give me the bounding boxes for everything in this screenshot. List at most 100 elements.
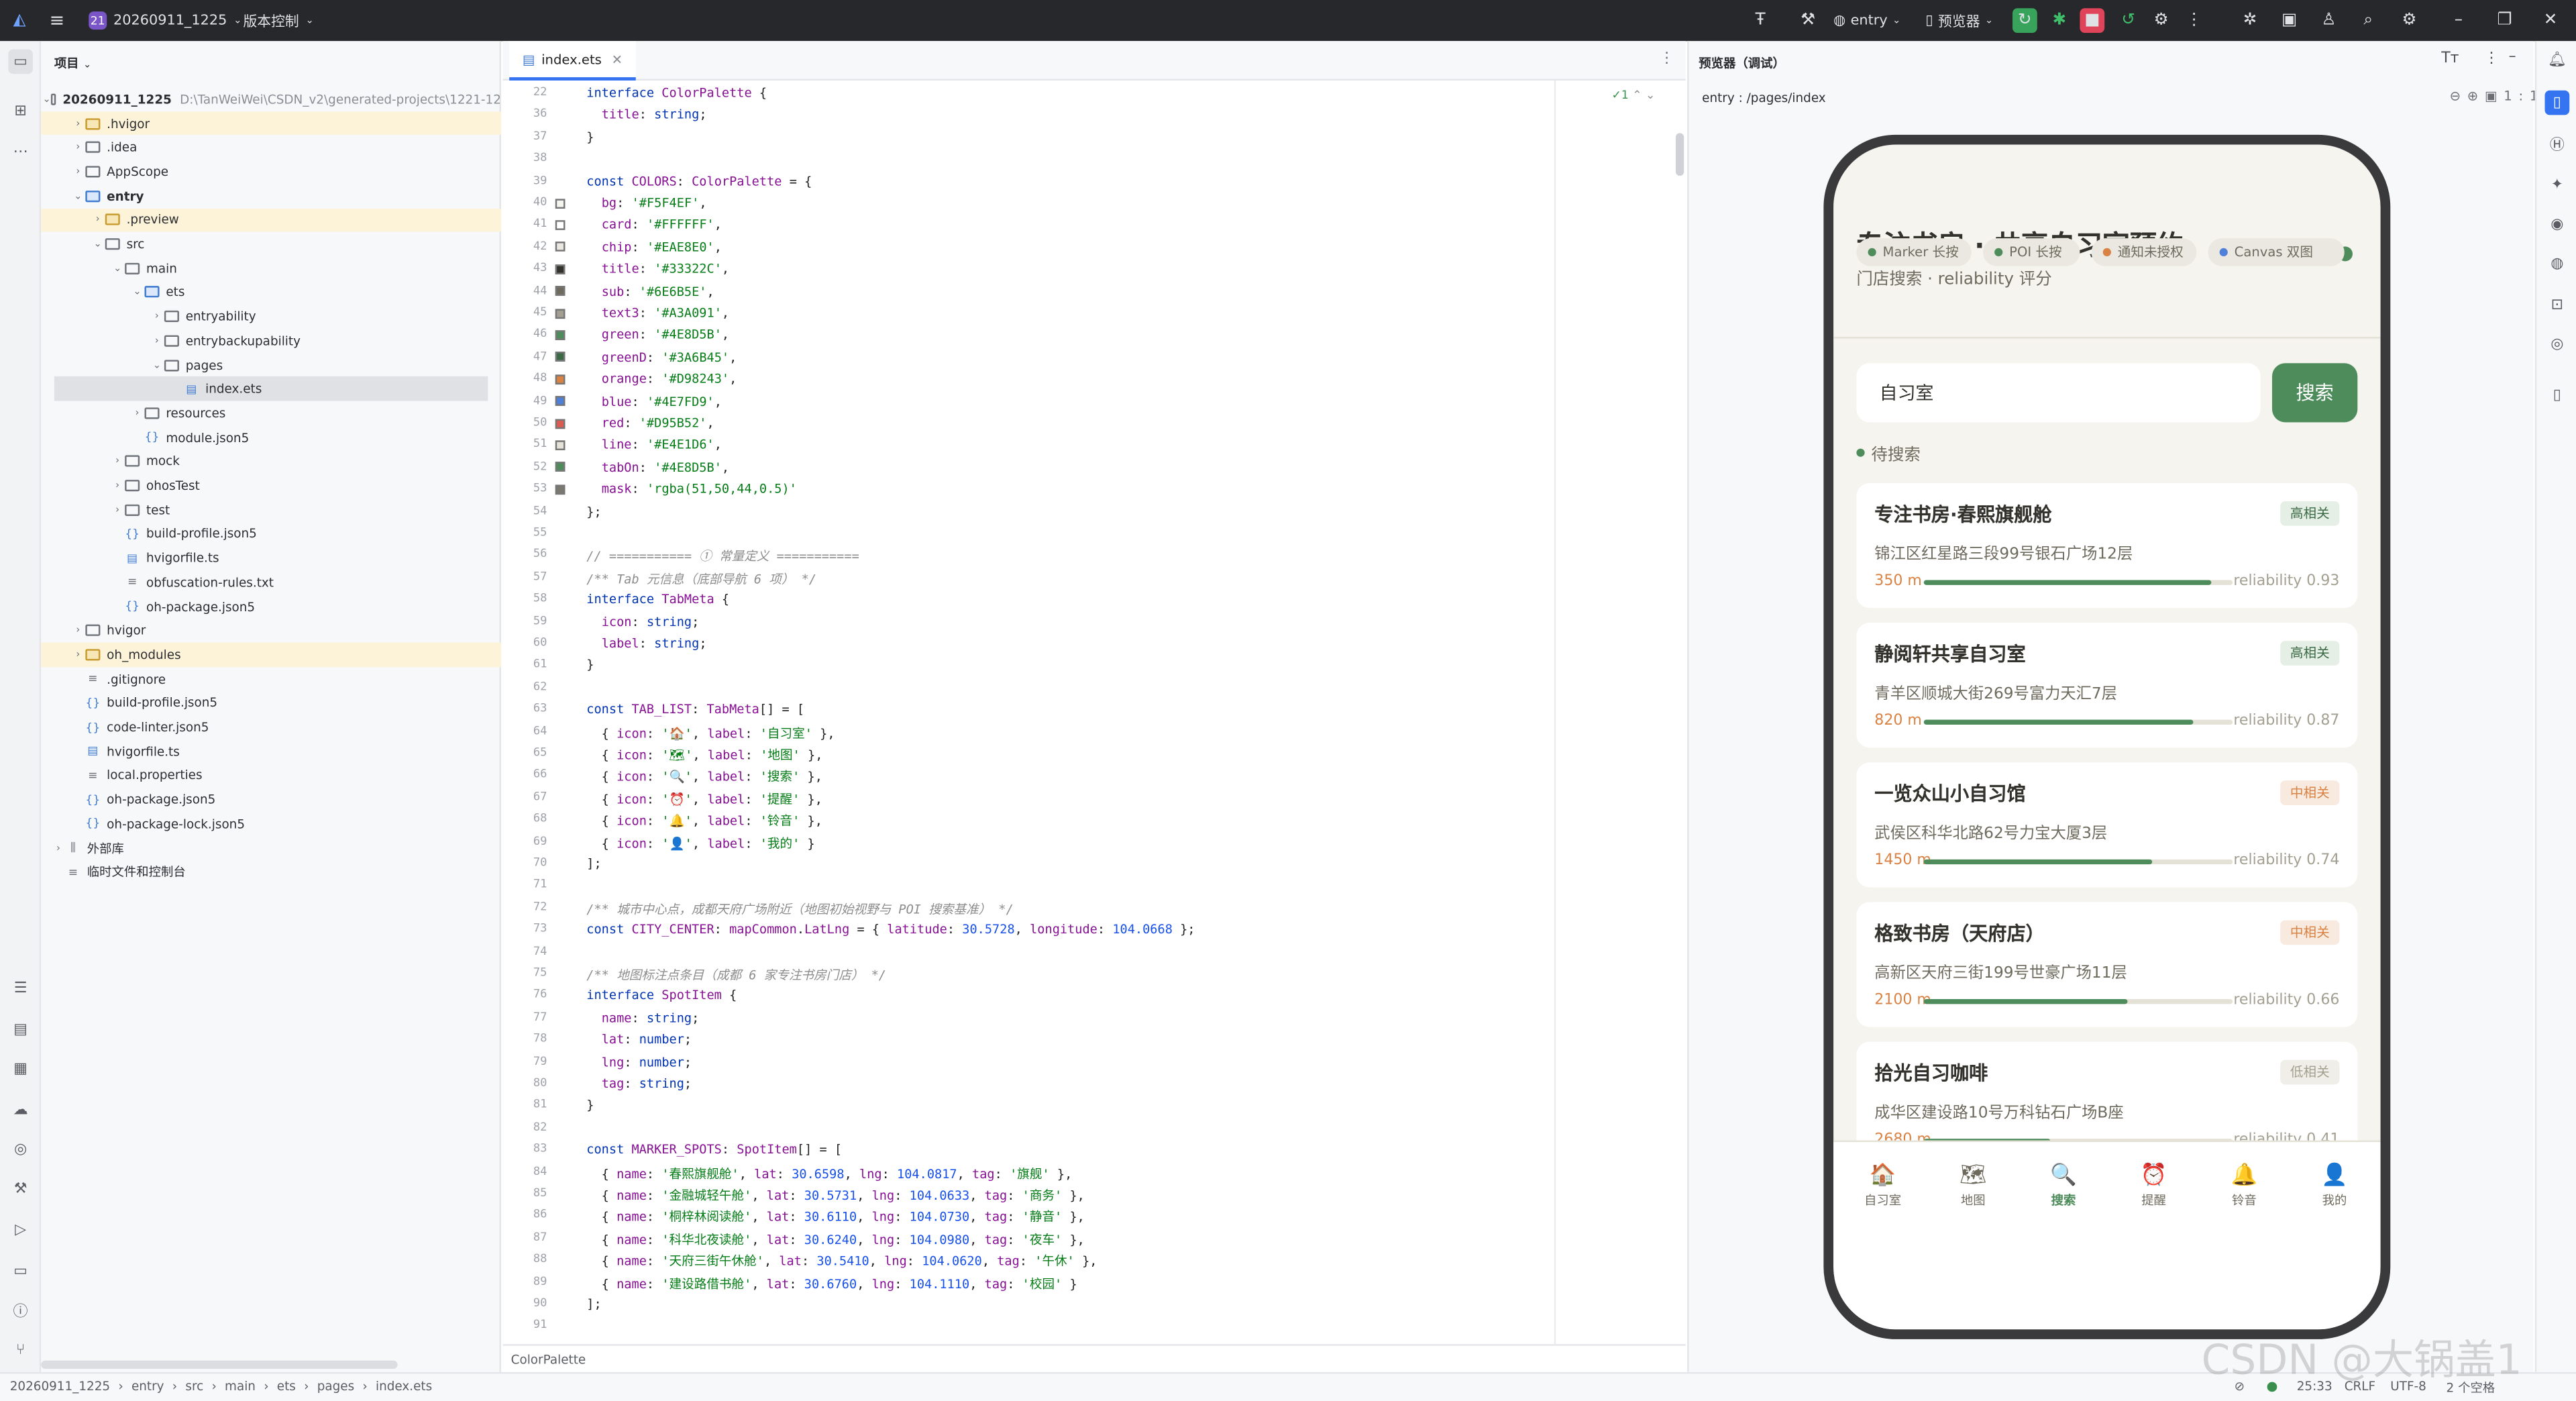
code-area[interactable]: interface ColorPalette { title: string;}… — [586, 81, 1552, 1362]
tree-item[interactable]: › .idea — [41, 136, 501, 160]
code-line[interactable]: chip: '#EAE8E0', — [586, 240, 722, 254]
harmony-icon[interactable]: Ⓗ — [2545, 132, 2570, 156]
code-line[interactable]: // =========== ① 常量定义 =========== — [586, 548, 859, 566]
code-line[interactable]: sub: '#6E6B5E', — [586, 284, 714, 299]
result-card[interactable]: 静阅轩共享自习室 高相关 青羊区顺城大街269号富力天汇7层 820 m reliabi… — [1856, 623, 2358, 748]
path-segment[interactable]: pages — [317, 1379, 354, 1394]
tree-item[interactable]: › mock — [41, 450, 501, 474]
code-line[interactable]: ]; — [586, 1296, 601, 1311]
tab-study[interactable]: 🏠 自习室 — [1850, 1163, 1916, 1210]
code-line[interactable]: interface SpotItem { — [586, 988, 737, 1003]
project-tool-folder-icon[interactable]: ▭ — [8, 49, 33, 74]
path-segment[interactable]: index.ets — [376, 1379, 432, 1394]
assistant-icon[interactable]: ✦ — [2545, 172, 2570, 197]
more-actions-icon[interactable]: ⋮ — [2182, 8, 2206, 33]
tree-item[interactable]: {} module.json5 — [41, 425, 501, 450]
notifications-bell-icon[interactable]: 🔔︎ — [2545, 48, 2570, 72]
profiler-icon[interactable]: ⚙ — [2149, 8, 2174, 33]
zoom-controls[interactable]: ⊖⊕▣1:1 — [2449, 89, 2544, 103]
path-segment[interactable]: ets — [277, 1379, 296, 1394]
code-line[interactable]: red: '#D95B52', — [586, 416, 714, 431]
path-segment[interactable]: 20260911_1225 — [10, 1379, 110, 1394]
run-config-select[interactable]: ◍ entry ⌄ — [1833, 0, 1900, 41]
tree-item[interactable]: {} code-linter.json5 — [41, 715, 501, 739]
search-icon[interactable]: ⌕ — [2356, 8, 2381, 33]
color-swatch[interactable] — [555, 329, 566, 340]
chevron-right-icon[interactable]: › — [51, 842, 66, 853]
text-tool-icon[interactable]: Ŧ — [1748, 8, 1773, 33]
color-swatch[interactable] — [555, 352, 566, 362]
code-line[interactable]: { name: '天府三街午休舱', lat: 30.5410, lng: 10… — [586, 1253, 1097, 1271]
code-line[interactable]: greenD: '#3A6B45', — [586, 350, 737, 364]
code-line[interactable]: { icon: '⏰', label: '提醒' }, — [586, 790, 822, 808]
tree-item[interactable]: › resources — [41, 401, 501, 425]
editor-breadcrumb[interactable]: ColorPalette — [511, 1353, 586, 1367]
problems-icon[interactable]: ▦ — [8, 1057, 33, 1082]
tree-item[interactable]: › hvigor — [41, 619, 501, 643]
hammer-icon[interactable]: ⚒ — [1796, 8, 1821, 33]
code-line[interactable]: label: string; — [586, 636, 707, 651]
code-line[interactable]: line: '#E4E1D6', — [586, 437, 722, 452]
tree-item[interactable]: ▤ hvigorfile.ts — [41, 739, 501, 764]
tree-item[interactable]: ⌄ main — [41, 256, 501, 280]
inspection-widget[interactable]: ✓1 ⌃ ⌄ — [1611, 89, 1655, 102]
code-line[interactable]: { icon: '🔍', label: '搜索' }, — [586, 768, 822, 786]
tree-item[interactable]: › oh_modules — [41, 642, 501, 667]
close-window-icon[interactable]: ✕ — [2538, 8, 2563, 33]
code-line[interactable]: title: string; — [586, 107, 707, 122]
tree-item[interactable]: › .hvigor — [41, 111, 501, 136]
tree-item[interactable]: › .preview — [41, 207, 501, 232]
code-line[interactable]: interface TabMeta { — [586, 592, 729, 607]
stop-icon[interactable]: ■ — [2080, 8, 2105, 33]
code-line[interactable]: title: '#33322C', — [586, 262, 729, 276]
tree-item[interactable]: ▤ hvigorfile.ts — [41, 546, 501, 570]
code-line[interactable]: } — [586, 129, 594, 144]
tree-item[interactable]: › AppScope — [41, 160, 501, 184]
tree-item[interactable]: ⌄ ets — [41, 280, 501, 305]
path-segment[interactable]: main — [225, 1379, 256, 1394]
code-line[interactable]: /** Tab 元信息（底部导航 6 项） */ — [586, 570, 816, 588]
path-segment[interactable]: src — [185, 1379, 203, 1394]
code-line[interactable]: { icon: '🏠', label: '自习室' }, — [586, 724, 835, 742]
main-menu-icon[interactable]: ≡ — [49, 0, 64, 41]
chevron-right-icon[interactable]: › — [110, 480, 125, 491]
color-swatch[interactable] — [555, 286, 566, 297]
chevron-down-icon[interactable]: ⌄ — [43, 93, 51, 105]
device-icon[interactable]: ▯ — [2545, 383, 2570, 408]
tree-item[interactable]: › entryability — [41, 305, 501, 329]
eye-icon[interactable]: ◎ — [2545, 332, 2570, 357]
color-swatch[interactable] — [555, 264, 566, 274]
path-segment[interactable]: entry — [131, 1379, 164, 1394]
tree-item[interactable]: ⌄ 20260911_1225 D:\TanWeiWei\CSDN_v2\gener… — [41, 87, 501, 111]
tab-me[interactable]: 👤 我的 — [2302, 1163, 2367, 1210]
tree-item[interactable]: › entrybackupability — [41, 329, 501, 353]
tree-item[interactable]: › ohosTest — [41, 474, 501, 498]
database-icon[interactable]: ◉ — [2545, 212, 2570, 237]
color-swatch[interactable] — [555, 396, 566, 407]
code-line[interactable]: lat: number; — [586, 1032, 692, 1047]
log-icon[interactable]: ▤ — [8, 1017, 33, 1042]
minimize-icon[interactable]: – — [2447, 8, 2471, 33]
chevron-down-icon[interactable]: ⌄ — [110, 262, 125, 274]
chevron-right-icon[interactable]: › — [110, 456, 125, 467]
chevron-down-icon[interactable]: ⌄ — [91, 238, 105, 250]
code-line[interactable]: ]; — [586, 856, 601, 871]
tree-item[interactable]: {} oh-package.json5 — [41, 594, 501, 619]
code-line[interactable]: tabOn: '#4E8D5B', — [586, 460, 729, 474]
code-line[interactable]: { name: '金融城轻午舱', lat: 30.5731, lng: 104… — [586, 1186, 1085, 1204]
code-line[interactable]: const MARKER_SPOTS: SpotItem[] = [ — [586, 1143, 842, 1157]
code-line[interactable]: blue: '#4E7FD9', — [586, 394, 722, 409]
account-icon[interactable]: ♙ — [2316, 8, 2341, 33]
chevron-right-icon[interactable]: › — [70, 649, 85, 660]
tree-item[interactable]: ⌄ src — [41, 232, 501, 256]
tree-item[interactable]: ▤ index.ets — [54, 376, 488, 401]
code-line[interactable]: name: string; — [586, 1010, 700, 1025]
code-line[interactable]: tag: string; — [586, 1076, 692, 1091]
code-line[interactable]: { name: '建设路借书舱', lat: 30.6760, lng: 104… — [586, 1274, 1077, 1292]
chevron-right-icon[interactable]: › — [129, 407, 144, 419]
device-select[interactable]: ▯ 预览器 ⌄ — [1925, 0, 1993, 41]
code-line[interactable]: green: '#4E8D5B', — [586, 327, 729, 342]
chevron-right-icon[interactable]: › — [110, 504, 125, 515]
color-swatch[interactable] — [555, 374, 566, 384]
code-line[interactable]: { name: '春熙旗舰舱', lat: 30.6598, lng: 104.… — [586, 1164, 1073, 1182]
